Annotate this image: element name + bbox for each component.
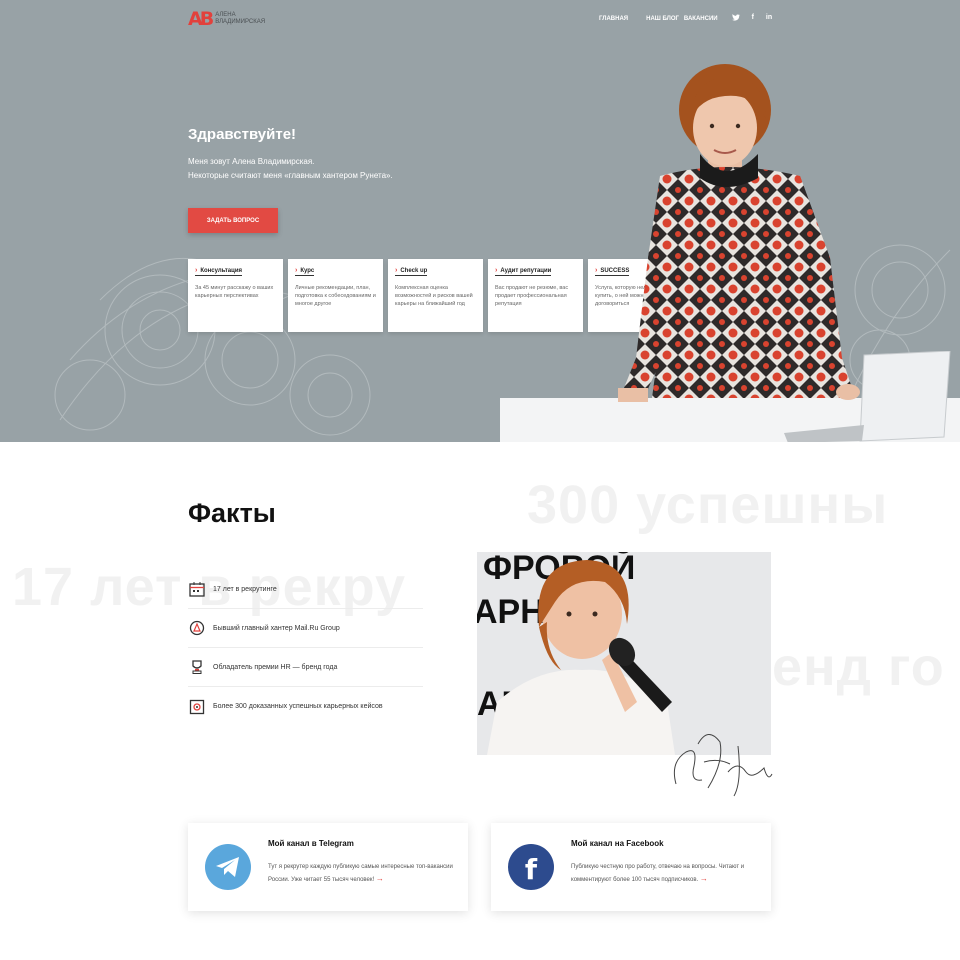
service-card-title: Курс	[300, 267, 315, 274]
arrow-right-icon[interactable]: →	[376, 874, 384, 883]
background-text: 300 успешны	[527, 475, 889, 535]
facebook-channel-description: Публикую честную про работу, отвечаю на …	[571, 864, 745, 883]
hero-intro-line1: Меня зовут Алена Владимирская.	[188, 157, 315, 166]
service-card-head: › Check up	[395, 267, 428, 276]
fact-text: Обладатель премии HR — бренд года	[213, 663, 338, 671]
fact-text: Более 300 доказанных успешных карьерных …	[213, 703, 383, 710]
background-text: енд го	[772, 637, 945, 697]
service-card-title: Check up	[400, 267, 428, 274]
fact-item: Более 300 доказанных успешных карьерных …	[188, 687, 423, 726]
arrow-right-icon: ›	[395, 267, 398, 274]
hero-intro: Меня зовут Алена Владимирская. Некоторые…	[188, 155, 488, 183]
facebook-channel-card[interactable]: f Мой канал на Facebook Публикую честную…	[491, 823, 771, 911]
nav-blog[interactable]: наш блог	[646, 16, 679, 22]
fact-item: Бывший главный хантер Mail.Ru Group	[188, 609, 423, 648]
logo-text-line2: Владимирская	[215, 19, 266, 25]
telegram-channel-description: Тут я рекрутер каждую публикую самые инт…	[268, 864, 453, 883]
nav-vacancies[interactable]: вакансии	[684, 16, 718, 22]
facebook-channel-text: Публикую честную про работу, отвечаю на …	[571, 861, 761, 886]
facebook-icon: f	[508, 844, 554, 890]
service-card-title: Аудит репутации	[500, 267, 552, 274]
service-card-text: Вас продают не резюме, вас продает профе…	[495, 285, 569, 307]
nav-home[interactable]: главная	[599, 16, 628, 22]
facebook-channel-title: Мой канал на Facebook	[571, 839, 664, 848]
service-card-checkup[interactable]: › Check up Комплексная оценка возможност…	[388, 259, 483, 332]
service-card-course[interactable]: › Курс Личные рекомендации, план, подгот…	[288, 259, 383, 332]
badge-icon	[188, 698, 206, 716]
service-card-text: За 45 минут расскажу о ваших карьерных п…	[195, 285, 274, 299]
linkedin-icon[interactable]: in	[766, 14, 772, 23]
ask-question-button[interactable]: задать вопрос	[188, 208, 278, 233]
service-card-head: › Аудит репутации	[495, 267, 552, 276]
fact-item: 17 лет в рекрутинге	[188, 570, 423, 609]
twitter-icon[interactable]	[731, 14, 740, 23]
facebook-icon[interactable]: f	[752, 14, 754, 23]
logo-mark: АВ	[188, 8, 214, 30]
facts-list: 17 лет в рекрутинге Бывший главный ханте…	[188, 570, 423, 726]
telegram-channel-title: Мой канал в Telegram	[268, 839, 354, 848]
service-card-reputation-audit[interactable]: › Аудит репутации Вас продают не резюме,…	[488, 259, 583, 332]
signature	[673, 734, 773, 797]
arrow-right-icon: ›	[295, 267, 298, 274]
social-links: f in	[731, 14, 772, 23]
service-card-title: Консультация	[200, 267, 243, 274]
hero-section: АВ Алена Владимирская главная наш блог в…	[0, 0, 960, 442]
site-logo[interactable]: АВ Алена Владимирская	[188, 8, 265, 30]
hero-title: Здравствуйте!	[188, 126, 297, 143]
telegram-icon	[205, 844, 251, 890]
logo-text: Алена Владимирская	[215, 12, 265, 26]
hero-intro-line2: Некоторые считают меня «главным хантером…	[188, 171, 393, 180]
fact-text: 17 лет в рекрутинге	[213, 585, 277, 593]
service-card-text: Личные рекомендации, план, подготовка к …	[295, 285, 376, 307]
telegram-channel-card[interactable]: Мой канал в Telegram Тут я рекрутер кажд…	[188, 823, 468, 911]
service-card-head: › Консультация	[195, 267, 243, 276]
arrow-right-icon[interactable]: →	[700, 874, 708, 883]
service-card-text: Комплексная оценка возможностей и рисков…	[395, 285, 473, 307]
fact-item: Обладатель премии HR — бренд года	[188, 648, 423, 687]
facts-title: Факты	[188, 498, 276, 528]
top-navigation: главная наш блог вакансии f in	[599, 14, 772, 23]
laptop	[784, 351, 951, 442]
arrow-right-icon: ›	[195, 267, 198, 274]
mail-ru-icon	[188, 619, 206, 637]
telegram-channel-text: Тут я рекрутер каждую публикую самые инт…	[268, 861, 458, 886]
logo-text-line1: Алена	[215, 12, 236, 18]
trophy-icon	[188, 658, 206, 676]
arrow-right-icon: ›	[495, 267, 498, 274]
service-card-head: › Курс	[295, 267, 315, 276]
fact-text: Бывший главный хантер Mail.Ru Group	[213, 624, 340, 632]
service-card-consultation[interactable]: › Консультация За 45 минут расскажу о ва…	[188, 259, 283, 332]
calendar-icon	[188, 580, 206, 598]
